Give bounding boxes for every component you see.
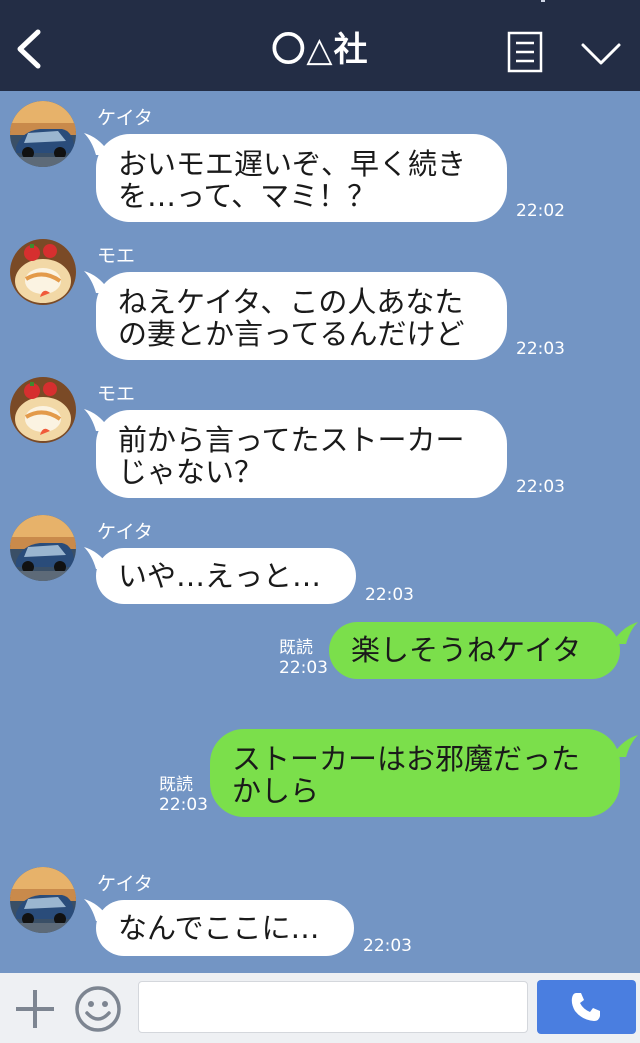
- message-time: 22:03: [363, 936, 412, 956]
- message-bubble[interactable]: いや…えっと…: [96, 548, 356, 604]
- message-line: じゃない？: [118, 455, 264, 489]
- message-composer: [0, 973, 640, 1043]
- avatar-moe[interactable]: [10, 239, 76, 305]
- message-line: を…って、マミ！？: [118, 179, 377, 213]
- message-line: おいモエ遅いぞ、早く続き: [118, 147, 467, 181]
- phone-icon: [571, 993, 600, 1021]
- message-bubble[interactable]: 前から言ってたストーカー じゃない？: [96, 410, 507, 498]
- message-time: 22:03: [365, 585, 414, 605]
- read-status: 既読 22:03: [279, 638, 328, 678]
- message-line: 前から言ってたストーカー: [118, 423, 465, 457]
- chat-area[interactable]: ケイタ おいモエ遅いぞ、早く続き を…って、マミ！？ 22:02 モエ ねえケイ…: [0, 91, 640, 973]
- message-time: 22:03: [516, 339, 565, 359]
- sender-name: モエ: [97, 245, 136, 267]
- message-time: 22:02: [516, 201, 565, 221]
- sender-name: ケイタ: [97, 107, 153, 129]
- sender-name: モエ: [97, 383, 136, 405]
- message-line: ストーカーはお邪魔だった: [232, 742, 581, 776]
- message-bubble[interactable]: 楽しそうねケイタ: [329, 622, 620, 679]
- message-line: ねえケイタ、この人あなた: [118, 285, 464, 319]
- message-line: の妻とか言ってるんだけど: [118, 317, 465, 351]
- avatar-keita[interactable]: [10, 867, 76, 933]
- read-status: 既読 22:03: [159, 775, 208, 815]
- message-time: 22:03: [159, 795, 208, 815]
- status-notch: [541, 0, 545, 2]
- message-bubble[interactable]: おいモエ遅いぞ、早く続き を…って、マミ！？: [96, 134, 507, 222]
- message-line: いや…えっと…: [118, 559, 322, 593]
- menu-icon[interactable]: [507, 31, 543, 73]
- message-bubble[interactable]: ストーカーはお邪魔だった かしら: [210, 729, 620, 817]
- chevron-down-icon[interactable]: [580, 40, 622, 68]
- sender-name: ケイタ: [97, 873, 153, 895]
- message-bubble[interactable]: なんでここに…: [96, 900, 354, 956]
- chat-header: 〇△社: [0, 0, 640, 91]
- message-time: 22:03: [279, 658, 328, 678]
- smiley-icon[interactable]: [74, 985, 122, 1033]
- message-line: なんでここに…: [118, 911, 320, 945]
- message-line: かしら: [232, 774, 320, 808]
- read-label: 既読: [279, 638, 313, 658]
- read-label: 既読: [159, 775, 193, 795]
- avatar-moe[interactable]: [10, 377, 76, 443]
- avatar-keita[interactable]: [10, 101, 76, 167]
- avatar-keita[interactable]: [10, 515, 76, 581]
- sender-name: ケイタ: [97, 521, 153, 543]
- chat-title: 〇△社: [271, 30, 369, 70]
- message-time: 22:03: [516, 477, 565, 497]
- plus-icon[interactable]: [14, 988, 56, 1030]
- call-button[interactable]: [537, 980, 636, 1034]
- message-bubble[interactable]: ねえケイタ、この人あなた の妻とか言ってるんだけど: [96, 272, 507, 360]
- bubble-tail: [614, 735, 638, 757]
- message-line: 楽しそうねケイタ: [351, 633, 582, 667]
- bubble-tail: [614, 622, 638, 644]
- message-input[interactable]: [138, 981, 528, 1033]
